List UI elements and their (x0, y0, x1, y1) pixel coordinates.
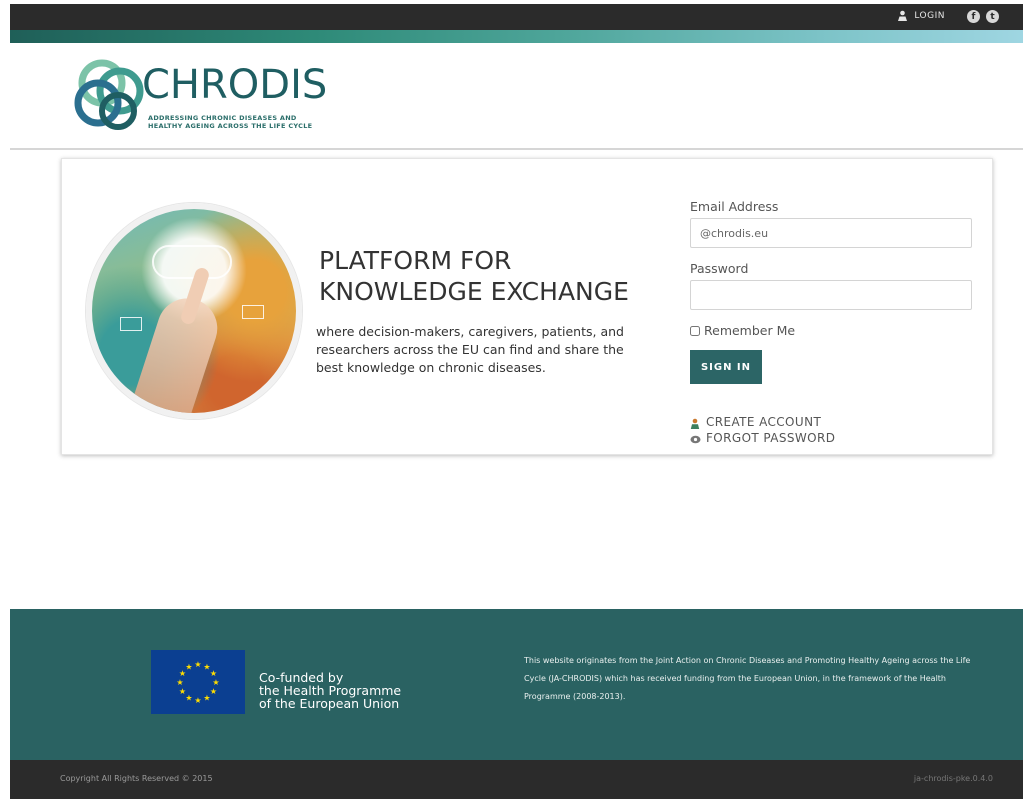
login-form: Email Address Password Remember Me SIGN … (690, 199, 972, 446)
page-headline: PLATFORM FOR KNOWLEDGE EXCHANGE (319, 245, 629, 307)
cofunded-text: Co-funded by the Health Programme of the… (259, 671, 401, 710)
svg-text:★: ★ (176, 678, 183, 687)
facebook-icon[interactable]: f (967, 10, 980, 23)
chrodis-logo[interactable]: CHRODIS ADDRESSING CHRONIC DISEASES AND … (68, 53, 358, 133)
email-field[interactable] (690, 218, 972, 248)
logo-wordmark: CHRODIS (142, 62, 328, 108)
social-links: f t (967, 10, 999, 23)
funding-disclaimer: This website originates from the Joint A… (524, 656, 971, 701)
login-link[interactable]: LOGIN (897, 10, 945, 21)
svg-text:★: ★ (194, 660, 201, 669)
key-icon (690, 433, 701, 444)
top-bar: LOGIN f t (10, 4, 1023, 30)
forgot-password-link[interactable]: FORGOT PASSWORD (690, 430, 972, 446)
copyright-text: Copyright All Rights Reserved © 2015 (60, 774, 213, 783)
headline-line2: KNOWLEDGE EXCHANGE (319, 277, 629, 306)
password-field[interactable] (690, 280, 972, 310)
headline-line1: PLATFORM FOR (319, 246, 512, 275)
remember-me-checkbox[interactable] (690, 325, 700, 336)
logo-tagline-line1: ADDRESSING CHRONIC DISEASES AND (148, 114, 297, 122)
envelope-icon (120, 317, 142, 331)
svg-text:★: ★ (210, 669, 217, 678)
remember-me[interactable]: Remember Me (690, 323, 972, 338)
email-label: Email Address (690, 199, 779, 214)
laptop-icon (242, 305, 264, 319)
svg-text:★: ★ (185, 663, 192, 672)
svg-text:★: ★ (203, 694, 210, 703)
forgot-password-label: FORGOT PASSWORD (706, 431, 836, 445)
password-label: Password (690, 261, 749, 276)
svg-text:★: ★ (179, 687, 186, 696)
login-label: LOGIN (914, 10, 945, 21)
site-header: CHRODIS ADDRESSING CHRONIC DISEASES AND … (10, 43, 1023, 150)
hand-graphic (130, 290, 226, 413)
logo-tagline-line2: HEALTHY AGEING ACROSS THE LIFE CYCLE (148, 122, 313, 130)
bottom-bar: Copyright All Rights Reserved © 2015 ja-… (10, 760, 1023, 799)
svg-text:★: ★ (194, 696, 201, 705)
hero-image (86, 203, 302, 419)
create-account-link[interactable]: CREATE ACCOUNT (690, 414, 972, 430)
sign-in-button[interactable]: SIGN IN (690, 350, 762, 384)
platform-description: where decision-makers, caregivers, patie… (316, 324, 624, 375)
twitter-icon[interactable]: t (986, 10, 999, 23)
logo-tagline: ADDRESSING CHRONIC DISEASES AND HEALTHY … (148, 114, 312, 130)
cofunded-line3: of the European Union (259, 696, 400, 711)
user-add-icon (690, 417, 701, 429)
eu-flag-icon: ★ ★ ★ ★ ★ ★ ★ ★ ★ ★ ★ ★ (151, 650, 245, 714)
site-footer: ★ ★ ★ ★ ★ ★ ★ ★ ★ ★ ★ ★ Co-funded by the… (10, 609, 1023, 760)
version-text: ja-chrodis-pke.0.4.0 (913, 774, 993, 783)
svg-text:★: ★ (212, 678, 219, 687)
svg-text:★: ★ (210, 687, 217, 696)
user-icon (897, 10, 908, 21)
login-card: PLATFORM FOR KNOWLEDGE EXCHANGE where de… (61, 158, 993, 455)
header-gradient-bar (10, 30, 1023, 43)
svg-text:★: ★ (185, 694, 192, 703)
cloud-icon (152, 245, 232, 279)
create-account-label: CREATE ACCOUNT (706, 415, 822, 429)
remember-me-label: Remember Me (704, 323, 796, 338)
account-links: CREATE ACCOUNT FORGOT PASSWORD (690, 414, 972, 446)
page: LOGIN f t CHRODIS ADDRESSING CHRONIC DIS… (10, 4, 1023, 799)
